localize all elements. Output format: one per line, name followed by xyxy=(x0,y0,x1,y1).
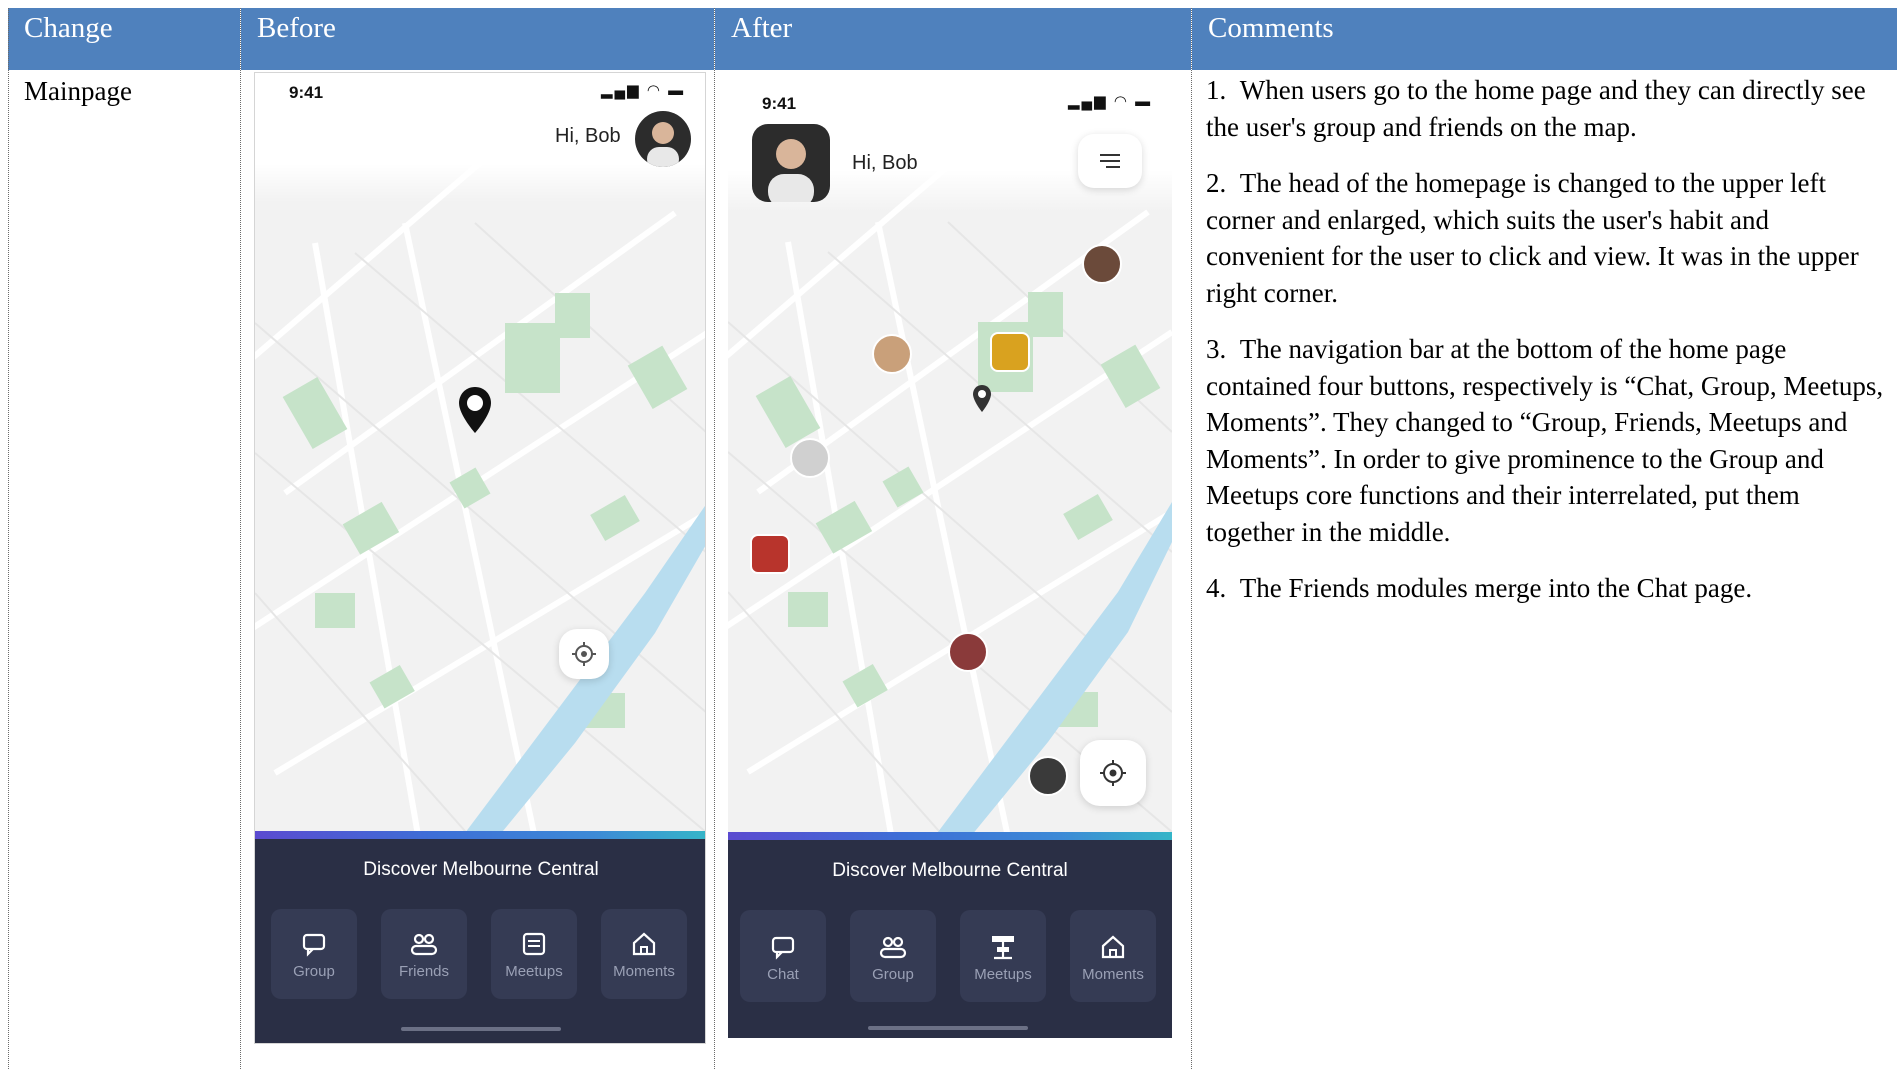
battery-icon: ▬ xyxy=(668,82,686,99)
header-change: Change xyxy=(8,8,240,70)
comment-item: 1. When users go to the home page and th… xyxy=(1206,72,1890,145)
status-time: 9:41 xyxy=(289,83,324,102)
nav-label: Moments xyxy=(613,963,675,980)
nav-button-group[interactable]: Group xyxy=(271,909,357,999)
discover-title: Discover Melbourne Central xyxy=(363,859,599,880)
comment-item: 2. The head of the homepage is changed t… xyxy=(1206,165,1890,311)
nav-button-chat[interactable]: Chat xyxy=(740,910,826,1002)
map-pin-icon xyxy=(973,385,991,412)
nav-button-moments[interactable]: Moments xyxy=(601,909,687,999)
nav-label: Meetups xyxy=(505,963,563,980)
comment-text: The Friends modules merge into the Chat … xyxy=(1239,573,1753,603)
comment-number: 3. xyxy=(1206,334,1227,364)
group-icon xyxy=(879,936,907,959)
column-divider xyxy=(1191,8,1192,1069)
locate-button[interactable] xyxy=(559,629,609,679)
nav-label: Meetups xyxy=(974,966,1032,983)
wifi-icon: ◠ xyxy=(646,82,662,99)
after-phone-screenshot: 9:41 ▂▄▆ ◠ ▬ Hi, Bob Discover Melbourne … xyxy=(728,72,1172,1038)
avatar[interactable] xyxy=(635,111,691,167)
column-divider xyxy=(714,8,715,1069)
panel-accent-bar xyxy=(255,831,705,839)
group-icon xyxy=(410,933,438,956)
comment-number: 2. xyxy=(1206,168,1227,198)
friend-avatar[interactable] xyxy=(1028,756,1068,796)
status-time: 9:41 xyxy=(762,94,797,113)
group-avatar[interactable] xyxy=(750,534,790,574)
comments-list: 1. When users go to the home page and th… xyxy=(1206,72,1890,607)
signal-icon: ▂▄▆ xyxy=(601,82,641,99)
home-indicator xyxy=(868,1026,1028,1030)
friend-avatar[interactable] xyxy=(948,632,988,672)
chat-icon xyxy=(302,933,326,957)
nav-label: Group xyxy=(872,966,914,983)
status-icons: ▂▄▆ ◠ ▬ xyxy=(601,81,685,99)
home-indicator xyxy=(401,1027,561,1031)
friend-avatar[interactable] xyxy=(790,438,830,478)
nav-button-meetups[interactable]: Meetups xyxy=(491,909,577,999)
greeting: Hi, Bob xyxy=(555,125,621,147)
nav-label: Group xyxy=(293,963,335,980)
menu-icon xyxy=(1100,154,1120,168)
before-phone-screenshot: 9:41 ▂▄▆ ◠ ▬ Hi, Bob Discover Melbourne … xyxy=(254,72,706,1044)
bottom-panel: Discover Melbourne Central Group Friends… xyxy=(255,831,705,1043)
locate-icon xyxy=(572,642,596,666)
column-divider xyxy=(240,8,241,1069)
greeting: Hi, Bob xyxy=(852,152,918,174)
column-divider xyxy=(8,8,9,1069)
comment-item: 3. The navigation bar at the bottom of t… xyxy=(1206,331,1890,550)
battery-icon: ▬ xyxy=(1135,93,1153,110)
comment-text: When users go to the home page and they … xyxy=(1206,75,1866,142)
moments-icon xyxy=(632,932,656,956)
panel-accent-bar xyxy=(728,832,1172,840)
header-after: After xyxy=(715,8,1191,70)
discover-title: Discover Melbourne Central xyxy=(832,860,1068,881)
chat-icon xyxy=(771,936,795,960)
nav-button-meetups[interactable]: Meetups xyxy=(960,910,1046,1002)
wifi-icon: ◠ xyxy=(1113,93,1129,110)
status-icons: ▂▄▆ ◠ ▬ xyxy=(1068,92,1152,110)
nav-label: Chat xyxy=(767,966,799,983)
nav-label: Moments xyxy=(1082,966,1144,983)
moments-icon xyxy=(1101,935,1125,959)
map-pin-icon xyxy=(459,387,491,433)
menu-button[interactable] xyxy=(1078,134,1142,188)
signal-icon: ▂▄▆ xyxy=(1068,93,1108,110)
nav-button-group[interactable]: Group xyxy=(850,910,936,1002)
avatar[interactable] xyxy=(752,124,830,202)
bottom-panel: Discover Melbourne Central Chat Group Me… xyxy=(728,832,1172,1038)
meetups-icon xyxy=(522,932,546,956)
comment-number: 1. xyxy=(1206,75,1227,105)
header-comments: Comments xyxy=(1192,8,1897,70)
comment-item: 4. The Friends modules merge into the Ch… xyxy=(1206,570,1890,607)
comment-number: 4. xyxy=(1206,573,1227,603)
row-label: Mainpage xyxy=(24,76,132,106)
friend-avatar[interactable] xyxy=(872,334,912,374)
locate-button[interactable] xyxy=(1080,740,1146,806)
nav-button-friends[interactable]: Friends xyxy=(381,909,467,999)
meetups-icon xyxy=(992,936,1014,960)
nav-label: Friends xyxy=(398,963,450,980)
header-before: Before xyxy=(241,8,714,70)
comment-text: The navigation bar at the bottom of the … xyxy=(1206,334,1884,547)
friend-avatar[interactable] xyxy=(1082,244,1122,284)
group-avatar[interactable] xyxy=(990,332,1030,372)
locate-icon xyxy=(1100,760,1126,786)
nav-button-moments[interactable]: Moments xyxy=(1070,910,1156,1002)
comment-text: The head of the homepage is changed to t… xyxy=(1206,168,1859,308)
